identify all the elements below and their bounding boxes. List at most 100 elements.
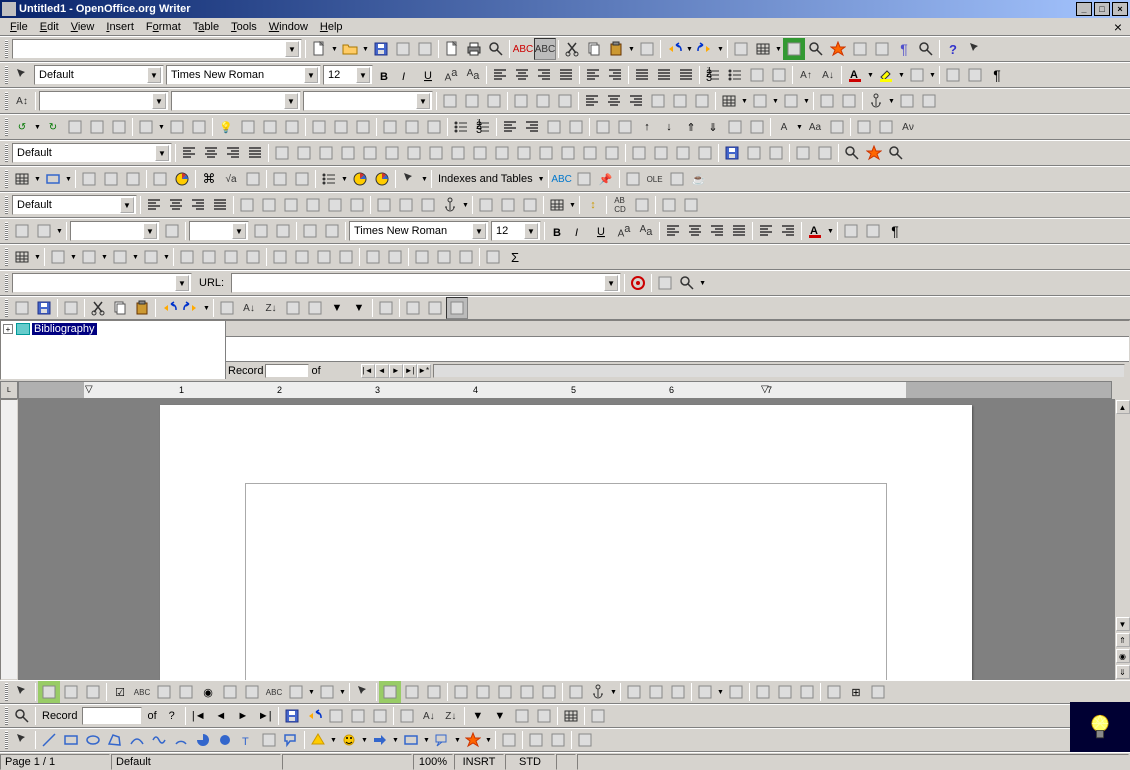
gallery-button[interactable] [849, 38, 871, 60]
draw-pie-button[interactable] [192, 729, 214, 751]
symbol-shapes-dropdown[interactable]: ▼ [360, 729, 369, 751]
unchain-button[interactable] [918, 90, 940, 112]
restart-button[interactable] [724, 116, 746, 138]
col2-button[interactable] [401, 116, 423, 138]
fn-sortasc-button[interactable]: A↓ [418, 705, 440, 727]
stars-button[interactable] [462, 729, 484, 751]
group-button[interactable] [108, 116, 130, 138]
fcolor2-button[interactable] [804, 220, 826, 242]
wrap6-button[interactable] [381, 142, 403, 164]
align-left-button[interactable] [489, 64, 511, 86]
listbox-button[interactable] [219, 681, 241, 703]
more-controls-dropdown[interactable]: ▼ [307, 681, 316, 703]
highlight-dropdown[interactable]: ▼ [897, 64, 906, 86]
wrap3-button[interactable] [315, 142, 337, 164]
tbl18-dropdown[interactable]: ▼ [568, 194, 577, 216]
zoom-indicator[interactable]: 100% [413, 754, 453, 770]
selection-mode-indicator[interactable]: STD [505, 754, 555, 770]
fn-new-button[interactable] [325, 705, 347, 727]
undo-dropdown[interactable]: ▼ [685, 38, 694, 60]
menu-format[interactable]: Format [140, 20, 187, 34]
ds-save-button[interactable] [33, 297, 55, 319]
checkbox-button[interactable]: ☑ [109, 681, 131, 703]
ins-applet-button[interactable] [666, 168, 688, 190]
url-address-combo[interactable]: ▼ [231, 273, 621, 293]
wrap13-button[interactable] [535, 142, 557, 164]
to2-dropdown[interactable]: ▼ [55, 220, 64, 242]
ins-formula2-button[interactable]: √a [220, 168, 242, 190]
data-sources-button[interactable] [871, 38, 893, 60]
ins-caption-button[interactable] [371, 168, 393, 190]
wrap-off-button[interactable] [439, 90, 461, 112]
hyph-indicator[interactable] [556, 754, 576, 770]
t9e-button[interactable] [140, 246, 162, 268]
borders-dropdown[interactable]: ▼ [740, 90, 749, 112]
page-style-indicator[interactable]: Default [111, 754, 281, 770]
chain-button[interactable] [896, 90, 918, 112]
t9m-button[interactable] [335, 246, 357, 268]
flip-h-button[interactable] [64, 116, 86, 138]
bibliography-node[interactable]: Bibliography [32, 323, 97, 335]
superscript-button[interactable]: Aa [440, 64, 462, 86]
outline-bullets-button[interactable] [450, 116, 472, 138]
menu-insert[interactable]: Insert [100, 20, 140, 34]
font-size-combo2[interactable]: 12▼ [491, 221, 541, 241]
sup2-button[interactable]: Aa [613, 220, 635, 242]
ruler-corner[interactable]: L [0, 381, 18, 399]
toolbar-handle[interactable] [5, 118, 8, 136]
ins-table-button[interactable] [11, 168, 33, 190]
highlight-button[interactable] [875, 64, 897, 86]
toolbar-handle[interactable] [5, 40, 8, 58]
ins-java-button[interactable]: ☕ [688, 168, 710, 190]
ins-frame-dropdown[interactable]: ▼ [64, 168, 73, 190]
flowcharts-button[interactable] [400, 729, 422, 751]
font-name-combo2[interactable]: Times New Roman▼ [349, 221, 489, 241]
ins-special-char-button[interactable]: ⌘ [198, 168, 220, 190]
t9f-button[interactable] [176, 246, 198, 268]
fn-save-button[interactable] [281, 705, 303, 727]
fn-sortdesc-button[interactable]: Z↓ [440, 705, 462, 727]
fd4-button[interactable] [450, 681, 472, 703]
border-style-dropdown[interactable]: ▼ [771, 90, 780, 112]
ds-autofilter-button[interactable] [304, 297, 326, 319]
insert-table-button[interactable] [752, 38, 774, 60]
tab-right-button[interactable] [565, 116, 587, 138]
tbl17-button[interactable] [519, 194, 541, 216]
toolbar-handle[interactable] [5, 222, 8, 240]
print-preview-button[interactable] [485, 38, 507, 60]
toolbar-handle[interactable] [5, 144, 8, 162]
character-button[interactable] [964, 64, 986, 86]
ins-frame2-button[interactable] [269, 168, 291, 190]
to6-button[interactable] [299, 220, 321, 242]
fn-refresh-button[interactable] [369, 705, 391, 727]
fd16-button[interactable] [774, 681, 796, 703]
ins-plugin-button[interactable] [622, 168, 644, 190]
draw-text-button[interactable] [236, 729, 258, 751]
fd9-button[interactable] [565, 681, 587, 703]
al23-button[interactable] [706, 220, 728, 242]
fd20-button[interactable] [867, 681, 889, 703]
ds-mailmerge-button[interactable] [402, 297, 424, 319]
toolbar-handle[interactable] [5, 683, 8, 701]
char1-dropdown[interactable]: ▼ [795, 116, 804, 138]
t9d-button[interactable] [109, 246, 131, 268]
sum-button[interactable]: Σ [504, 246, 526, 268]
nonprinting-button[interactable]: ¶ [893, 38, 915, 60]
align-right2-button[interactable] [625, 90, 647, 112]
no-number-button[interactable] [746, 116, 768, 138]
hyperlink-button[interactable] [730, 38, 752, 60]
wrap9-button[interactable] [447, 142, 469, 164]
url-combo[interactable]: ▼ [12, 39, 302, 59]
tab-left-button[interactable] [543, 116, 565, 138]
flowcharts-dropdown[interactable]: ▼ [422, 729, 431, 751]
to4-button[interactable] [250, 220, 272, 242]
al24-button[interactable] [728, 220, 750, 242]
link2-button[interactable] [650, 142, 672, 164]
line-spacing-1-button[interactable] [631, 64, 653, 86]
fn-next-button[interactable]: ► [232, 705, 254, 727]
align-justify-button[interactable] [555, 64, 577, 86]
ins-table-dropdown[interactable]: ▼ [33, 168, 42, 190]
paragraph-style-combo[interactable]: Default▼ [34, 65, 164, 85]
menu-table[interactable]: Table [187, 20, 225, 34]
ins-file-button[interactable] [291, 168, 313, 190]
